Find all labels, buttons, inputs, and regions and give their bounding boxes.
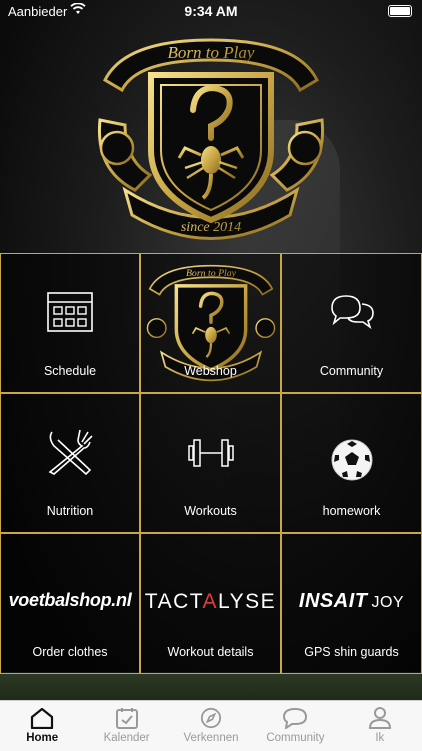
tile-schedule[interactable]: Schedule — [0, 253, 140, 393]
person-icon — [368, 707, 391, 729]
soccer-ball-icon — [331, 439, 372, 481]
tab-label: Community — [266, 732, 325, 744]
tile-gps-shin-guards[interactable]: INSAIT JOY GPS shin guards — [281, 533, 422, 674]
grass-strip — [0, 672, 422, 700]
voetbalshop-logo: voetbalshop.nl — [8, 590, 132, 610]
logo-bottom-text: since 2014 — [181, 220, 241, 235]
fork-knife-icon — [48, 429, 93, 476]
menu-grid: Schedule Born to Play Webshop Community — [0, 253, 422, 674]
tab-verkennen[interactable]: Verkennen — [169, 701, 253, 751]
tab-home[interactable]: Home — [0, 701, 84, 751]
tile-label: GPS shin guards — [304, 645, 399, 659]
tile-homework[interactable]: homework — [281, 393, 422, 533]
dumbbell-icon — [187, 439, 234, 467]
club-crest-logo: Born to Play since 2014 — [97, 38, 325, 240]
logo-top-text: Born to Play — [186, 268, 237, 279]
tile-order-clothes[interactable]: voetbalshop.nl Order clothes — [0, 533, 140, 674]
compass-icon — [200, 707, 222, 729]
tactalyse-logo: TACTALYSE — [144, 590, 277, 613]
tile-label: Nutrition — [46, 504, 94, 518]
status-bar: Aanbieder 9:34 AM — [0, 0, 422, 22]
tab-label: Kalender — [103, 732, 150, 744]
calendar-icon — [47, 292, 93, 332]
tile-nutrition[interactable]: Nutrition — [0, 393, 140, 533]
calendar-check-icon — [115, 708, 138, 729]
chat-bubble-icon — [283, 707, 308, 729]
tile-label: Webshop — [184, 364, 237, 378]
insait-joy-logo: INSAIT JOY — [298, 590, 405, 612]
tile-label: Workout details — [167, 645, 254, 659]
tile-label: Workouts — [184, 504, 237, 518]
chat-bubbles-icon — [330, 295, 374, 330]
tab-label: Ik — [375, 732, 385, 744]
clock: 9:34 AM — [184, 3, 238, 19]
tab-label: Home — [26, 732, 59, 744]
tile-label: Schedule — [43, 364, 97, 378]
tab-bar: Home Kalender Verkennen Community Ik — [0, 700, 422, 751]
tab-label: Verkennen — [183, 732, 239, 744]
battery-icon — [388, 5, 412, 17]
logo-top-text: Born to Play — [168, 43, 255, 62]
tile-label: homework — [322, 504, 381, 518]
tile-webshop[interactable]: Born to Play Webshop — [140, 253, 281, 393]
tab-community[interactable]: Community — [253, 701, 337, 751]
tile-workout-details[interactable]: TACTALYSE Workout details — [140, 533, 281, 674]
tile-label: Community — [319, 364, 384, 378]
tile-label: Order clothes — [32, 645, 108, 659]
tab-kalender[interactable]: Kalender — [84, 701, 168, 751]
tile-community[interactable]: Community — [281, 253, 422, 393]
tile-workouts[interactable]: Workouts — [140, 393, 281, 533]
home-icon — [31, 707, 54, 729]
tab-ik[interactable]: Ik — [338, 701, 422, 751]
